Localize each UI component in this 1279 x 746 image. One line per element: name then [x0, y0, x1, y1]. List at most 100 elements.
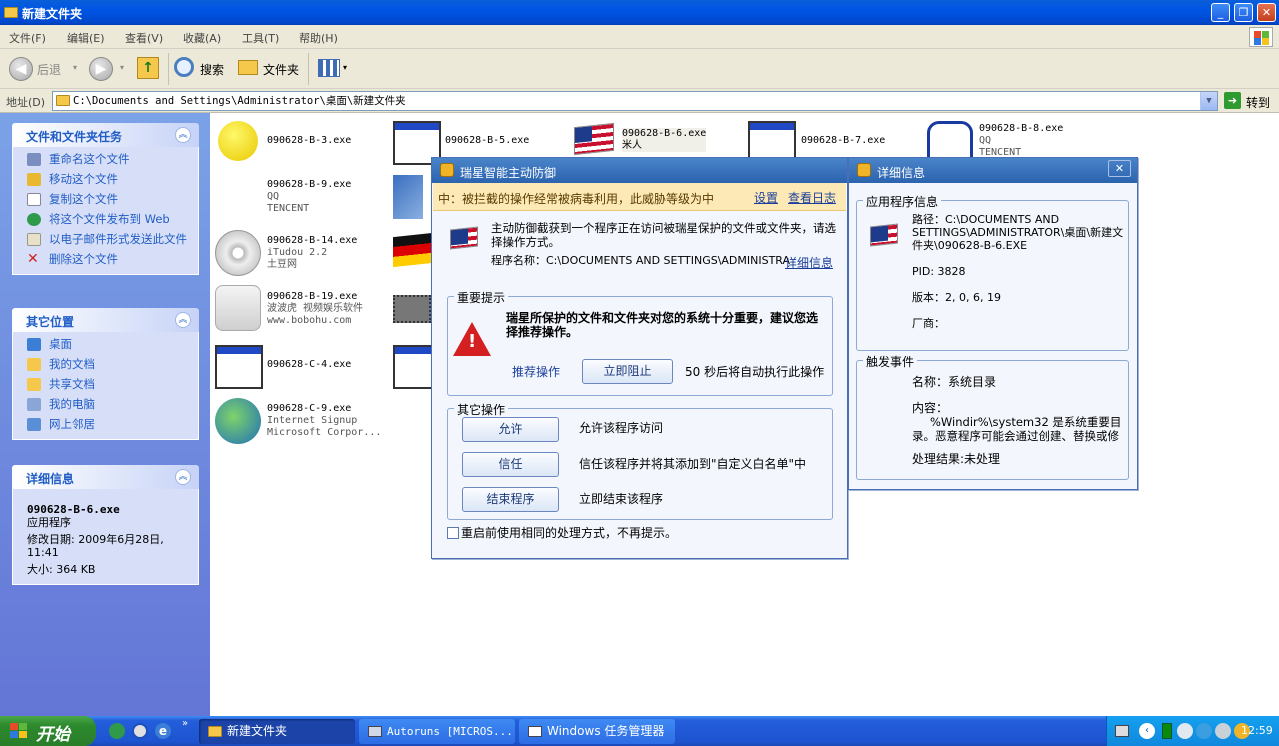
start-button[interactable]: 开始 — [0, 716, 96, 746]
publish-web-task[interactable]: 将这个文件发布到 Web — [27, 213, 190, 226]
collapse-icon[interactable]: ︽ — [175, 469, 191, 485]
forward-dropdown-icon[interactable]: ▾ — [120, 63, 124, 72]
move-file-task[interactable]: 移动这个文件 — [27, 173, 190, 186]
settings-link[interactable]: 设置 — [754, 189, 778, 206]
close-button[interactable]: ✕ — [1257, 3, 1276, 22]
details-link[interactable]: 详细信息 — [785, 254, 833, 271]
task-label: 删除这个文件 — [49, 252, 118, 266]
taskbar-item-taskmgr[interactable]: Windows 任务管理器 — [519, 719, 675, 744]
detail-close-button[interactable]: ✕ — [1108, 160, 1131, 177]
taskbar-item-autoruns[interactable]: Autoruns [MICROS... — [359, 719, 515, 744]
back-dropdown-icon[interactable]: ▾ — [73, 63, 77, 72]
file-item[interactable]: 090628-B-3.exe — [267, 135, 351, 147]
file-item[interactable]: 090628-B-8.exe QQ TENCENT — [979, 123, 1063, 159]
go-arrow-icon[interactable]: ➜ — [1224, 92, 1241, 109]
quicklaunch-globe-icon[interactable] — [109, 723, 125, 739]
place-my-documents[interactable]: 我的文档 — [27, 358, 190, 371]
other-actions-label: 其它操作 — [454, 401, 509, 418]
taskbar-item-explorer[interactable]: 新建文件夹 — [199, 719, 355, 744]
globe-drive-icon[interactable] — [215, 285, 261, 331]
end-program-description: 立即结束该程序 — [579, 492, 664, 506]
views-dropdown-icon[interactable]: ▾ — [343, 63, 347, 72]
keyboard-icon[interactable] — [1115, 725, 1129, 737]
folder-icon — [208, 726, 222, 737]
cd-disc-icon[interactable] — [215, 230, 261, 276]
delete-file-task[interactable]: ✕ 删除这个文件 — [27, 252, 190, 266]
menu-view[interactable]: 查看(V) — [125, 30, 163, 46]
address-input[interactable]: C:\Documents and Settings\Administrator\… — [52, 91, 1218, 111]
app-window-icon[interactable] — [215, 345, 263, 389]
forward-arrow-icon[interactable]: ▶ — [89, 57, 113, 81]
address-dropdown-icon[interactable]: ▼ — [1200, 92, 1217, 110]
maximize-button[interactable]: ❐ — [1234, 3, 1253, 22]
rename-file-task[interactable]: 重命名这个文件 — [27, 153, 190, 166]
app-window-icon[interactable] — [393, 345, 433, 389]
system-tray: ‹ 12:59 — [1106, 716, 1279, 746]
quicklaunch-overflow-icon[interactable]: » — [182, 718, 188, 729]
up-folder-icon[interactable]: ↑ — [137, 57, 159, 79]
file-item[interactable]: 090628-B-19.exe 波波虎 视频娱乐软件 www.bobohu.com — [267, 291, 363, 327]
search-icon[interactable] — [174, 57, 194, 77]
remember-checkbox[interactable] — [447, 527, 459, 539]
address-label: 地址(D) — [6, 96, 46, 109]
installer-icon[interactable] — [393, 175, 423, 219]
copy-icon — [27, 193, 41, 206]
globe-computer-icon[interactable] — [215, 398, 261, 444]
end-program-button[interactable]: 结束程序 — [462, 487, 559, 512]
collapse-icon[interactable]: ︽ — [175, 127, 191, 143]
email-file-task[interactable]: 以电子邮件形式发送此文件 — [27, 233, 190, 246]
chip-icon[interactable] — [393, 295, 431, 323]
recommended-action-label: 推荐操作 — [512, 365, 561, 379]
file-item[interactable]: 090628-C-4.exe — [267, 359, 351, 371]
other-places-header[interactable]: 其它位置 ︽ — [12, 308, 199, 332]
quicklaunch-ie-icon[interactable]: e — [155, 723, 171, 739]
tray-collapse-icon[interactable]: ‹ — [1139, 723, 1155, 739]
search-button-label[interactable]: 搜索 — [200, 61, 224, 78]
copy-file-task[interactable]: 复制这个文件 — [27, 193, 190, 206]
place-network[interactable]: 网上邻居 — [27, 418, 190, 431]
folders-button-label[interactable]: 文件夹 — [263, 61, 299, 78]
place-my-computer[interactable]: 我的电脑 — [27, 398, 190, 411]
shield-tray-icon[interactable] — [1196, 723, 1212, 739]
german-flag-icon[interactable] — [393, 232, 433, 268]
details-header[interactable]: 详细信息 ︽ — [12, 465, 199, 489]
battery-icon[interactable] — [1162, 723, 1172, 739]
details-title: 详细信息 — [26, 472, 75, 486]
file-company: Microsoft Corpor... — [267, 427, 382, 438]
allow-button[interactable]: 允许 — [462, 417, 559, 442]
view-log-link[interactable]: 查看日志 — [788, 189, 836, 206]
back-arrow-icon[interactable]: ◀ — [9, 57, 33, 81]
menu-help[interactable]: 帮助(H) — [299, 30, 338, 46]
menu-favorites[interactable]: 收藏(A) — [183, 30, 221, 46]
file-item-selected[interactable]: 090628-B-6.exe 米人 — [622, 128, 707, 152]
us-flag-icon[interactable] — [574, 122, 614, 156]
file-item[interactable]: 090628-C-9.exe Internet Signup Microsoft C… — [267, 403, 381, 439]
menu-edit[interactable]: 编辑(E) — [67, 30, 105, 46]
clock[interactable]: 12:59 — [1241, 724, 1273, 737]
menu-file[interactable]: 文件(F) — [9, 30, 46, 46]
speaker-icon[interactable] — [1215, 723, 1231, 739]
menu-tools[interactable]: 工具(T) — [242, 30, 279, 46]
collapse-icon[interactable]: ︽ — [175, 312, 191, 328]
file-item[interactable]: 090628-B-5.exe — [445, 135, 529, 147]
detail-info-dialog: 详细信息 ✕ 应用程序信息 路径：C:\DOCUMENTS AND SETTIN… — [848, 157, 1138, 490]
place-desktop[interactable]: 桌面 — [27, 338, 190, 351]
views-icon[interactable] — [318, 59, 340, 77]
folders-icon[interactable] — [238, 60, 258, 75]
minimize-button[interactable]: _ — [1211, 3, 1230, 22]
place-shared-documents[interactable]: 共享文档 — [27, 378, 190, 391]
quicklaunch-media-icon[interactable] — [132, 723, 148, 739]
address-bar: 地址(D) C:\Documents and Settings\Administ… — [0, 89, 1279, 113]
block-now-button[interactable]: 立即阻止 — [582, 359, 673, 384]
trust-button[interactable]: 信任 — [462, 452, 559, 477]
folder-icon — [4, 7, 18, 18]
file-item[interactable]: 090628-B-9.exe QQ TENCENT — [267, 179, 351, 215]
network-tray-icon[interactable] — [1177, 723, 1193, 739]
file-tasks-header[interactable]: 文件和文件夹任务 ︽ — [12, 123, 199, 147]
smiley-icon[interactable] — [218, 121, 258, 161]
file-item[interactable]: 090628-B-7.exe — [801, 135, 885, 147]
back-button-label[interactable]: 后退 — [37, 61, 61, 78]
file-item[interactable]: 090628-B-14.exe iTudou 2.2 土豆网 — [267, 235, 357, 271]
warning-exclamation-icon: ! — [468, 331, 477, 352]
go-button-label[interactable]: 转到 — [1246, 94, 1270, 111]
